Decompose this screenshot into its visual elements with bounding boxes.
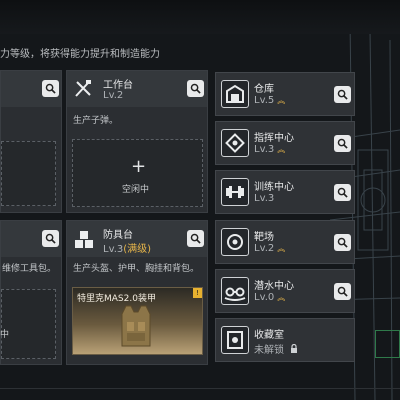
production-task[interactable]: 特里克MAS2.0装甲 !	[72, 287, 203, 355]
upgrade-icon: ︽	[277, 145, 286, 154]
armor-vest-icon	[121, 305, 151, 347]
level-value: Lv.3	[103, 244, 124, 255]
level-value: Lv.3	[254, 144, 275, 155]
plus-icon: +	[131, 156, 147, 177]
divider	[0, 388, 400, 389]
facility-desc: 维修工具包。	[2, 264, 57, 274]
dumbbell-icon	[221, 178, 249, 206]
production-slot[interactable]	[1, 289, 56, 359]
facility-name: 工作台	[103, 80, 133, 91]
top-bar	[0, 0, 400, 34]
left-facility-card-bottom[interactable]: 维修工具包。	[0, 220, 62, 365]
level-value: Lv.2	[254, 243, 275, 254]
side-facility-command-center[interactable]: 指挥中心 Lv.3 ︽	[215, 121, 355, 165]
facility-level: Lv.3(满级)	[103, 240, 151, 255]
upgrade-icon: ︽	[277, 293, 286, 302]
level-value: 未解锁	[254, 345, 284, 356]
search-icon[interactable]	[334, 234, 351, 251]
search-icon[interactable]	[42, 230, 59, 247]
facility-name: 指挥中心	[254, 133, 294, 144]
side-facility-shooting-range[interactable]: 靶场 Lv.2 ︽	[215, 220, 355, 264]
side-facility-diving-center[interactable]: 潜水中心 Lv.0 ︽	[215, 269, 355, 313]
search-icon[interactable]	[187, 230, 204, 247]
facility-desc: 生产头盔、护甲、胸挂和背包。	[73, 264, 200, 274]
facility-desc: 生产子弹。	[73, 116, 119, 126]
slot-status: 空闲中	[122, 185, 150, 195]
search-icon[interactable]	[187, 80, 204, 97]
command-center-icon	[221, 129, 249, 157]
side-facility-training-center[interactable]: 训练中心 Lv.3	[215, 170, 355, 214]
facility-name: 训练中心	[254, 182, 294, 193]
search-icon[interactable]	[334, 184, 351, 201]
production-slot[interactable]	[1, 141, 56, 206]
task-item-name: 特里克MAS2.0装甲	[77, 294, 156, 304]
side-facility-collection-room[interactable]: 收藏室 未解锁	[215, 318, 355, 362]
facility-name: 仓库	[254, 84, 274, 95]
level-value: Lv.5	[254, 95, 275, 106]
slot-status: 中	[0, 330, 10, 340]
armor-boxes-icon	[75, 231, 93, 248]
facility-level: Lv.3	[254, 193, 274, 204]
warehouse-icon	[221, 80, 249, 108]
facility-name: 靶场	[254, 232, 274, 243]
upgrade-icon: ︽	[277, 96, 286, 105]
selection-frame	[375, 330, 400, 358]
alert-badge: !	[193, 288, 202, 298]
facility-level: Lv.0 ︽	[254, 292, 285, 303]
diving-icon	[221, 277, 249, 305]
facility-name: 防具台	[103, 230, 133, 241]
upgrade-icon: ︽	[277, 244, 286, 253]
facility-name: 潜水中心	[254, 281, 294, 292]
workbench-card[interactable]: 工作台 Lv.2 生产子弹。 + 空闲中	[66, 70, 208, 213]
side-facility-warehouse[interactable]: 仓库 Lv.5 ︽	[215, 72, 355, 116]
target-icon	[221, 228, 249, 256]
production-slot[interactable]: + 空闲中	[72, 139, 203, 207]
facility-level: 未解锁	[254, 341, 298, 356]
facility-level: Lv.3 ︽	[254, 144, 285, 155]
level-value: Lv.0	[254, 292, 275, 303]
collection-icon	[221, 326, 249, 354]
level-value: Lv.3	[254, 193, 275, 204]
upgrade-hint: 力等级，将获得能力提升和制造能力	[0, 49, 160, 60]
search-icon[interactable]	[42, 80, 59, 97]
lock-icon	[287, 343, 298, 356]
max-level-badge: (满级)	[123, 244, 152, 255]
tools-icon	[75, 80, 91, 97]
facility-level: Lv.2	[103, 90, 124, 101]
search-icon[interactable]	[334, 135, 351, 152]
search-icon[interactable]	[334, 86, 351, 103]
facility-name: 收藏室	[254, 330, 284, 341]
left-facility-card-top[interactable]: 中	[0, 70, 62, 264]
facility-level: Lv.2 ︽	[254, 243, 285, 254]
facility-level: Lv.5 ︽	[254, 95, 285, 106]
search-icon[interactable]	[334, 283, 351, 300]
